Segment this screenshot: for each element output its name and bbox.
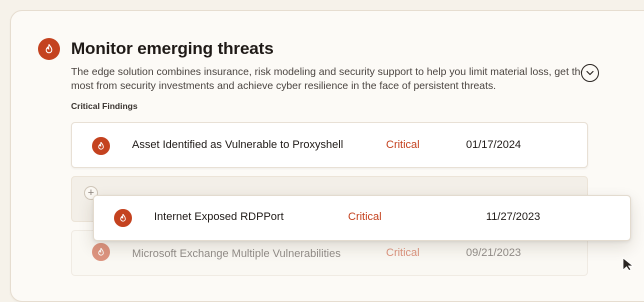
flame-icon [38,38,60,60]
panel-description: The edge solution combines insurance, ri… [71,67,587,92]
panel-title: Monitor emerging threats [71,39,274,58]
finding-name: Microsoft Exchange Multiple Vulnerabilit… [132,248,341,260]
finding-name: Asset Identified as Vulnerable to Proxys… [132,139,344,151]
flame-icon [92,243,110,261]
finding-date: 11/27/2023 [486,211,541,223]
collapse-button[interactable] [581,64,599,82]
section-label: Critical Findings [71,101,138,111]
severity-label: Critical [386,247,420,259]
severity-label: Critical [348,211,382,223]
flame-icon [92,137,110,155]
finding-date: 01/17/2024 [466,139,522,151]
dragging-finding-row[interactable]: Internet Exposed RDPPort Critical 11/27/… [93,195,631,241]
flame-icon [114,209,132,227]
cursor-icon [622,257,635,271]
finding-row[interactable]: Asset Identified as Vulnerable to Proxys… [71,122,588,168]
chevron-down-icon [586,70,594,76]
finding-date: 09/21/2023 [466,247,522,259]
severity-label: Critical [386,139,420,151]
finding-name: Internet Exposed RDPPort [154,211,284,223]
